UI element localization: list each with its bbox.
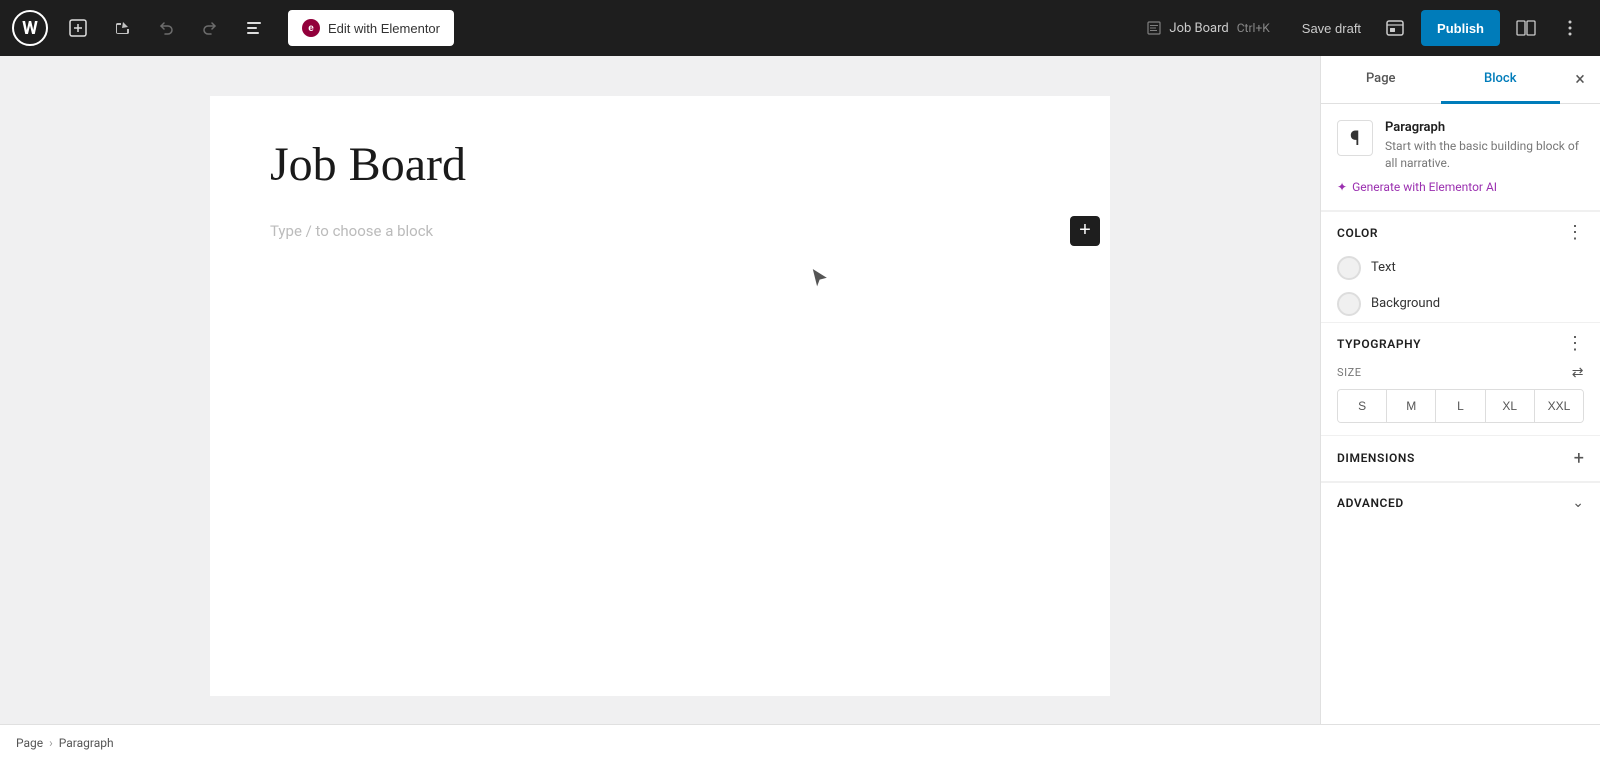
settings-panel-toggle[interactable] xyxy=(1508,10,1544,46)
color-section: Color ⋮ Text Background xyxy=(1321,212,1600,322)
tab-block[interactable]: Block xyxy=(1441,56,1561,104)
background-color-swatch[interactable] xyxy=(1337,292,1361,316)
background-color-label: Background xyxy=(1371,296,1440,311)
size-xxl-button[interactable]: XXL xyxy=(1535,390,1583,422)
paragraph-block-icon: ¶ xyxy=(1337,120,1373,156)
redo-button[interactable] xyxy=(192,10,228,46)
advanced-section-title: Advanced xyxy=(1337,496,1404,510)
breadcrumb-bar: Page › Paragraph xyxy=(0,724,1600,760)
edit-with-elementor-button[interactable]: e Edit with Elementor xyxy=(288,10,454,46)
typography-section-header: Typography ⋮ xyxy=(1321,323,1600,361)
typography-section: Typography ⋮ SIZE ⇄ S M L XL XXL xyxy=(1321,323,1600,436)
advanced-chevron-icon: ⌄ xyxy=(1572,495,1584,511)
dimensions-add-button[interactable]: + xyxy=(1574,448,1584,469)
text-color-label: Text xyxy=(1371,260,1396,275)
main-toolbar: W e Edit with Elementor Job Board Ctrl+K… xyxy=(0,0,1600,56)
color-more-options[interactable]: ⋮ xyxy=(1566,224,1584,242)
size-label: SIZE ⇄ xyxy=(1337,365,1584,381)
typography-more-options[interactable]: ⋮ xyxy=(1566,335,1584,353)
toolbar-right-actions: Save draft Publish xyxy=(1294,10,1588,46)
save-draft-button[interactable]: Save draft xyxy=(1294,21,1369,36)
color-section-header: Color ⋮ xyxy=(1321,212,1600,250)
block-type-description: Start with the basic building block of a… xyxy=(1385,138,1584,172)
block-type-title: Paragraph xyxy=(1385,120,1584,135)
breadcrumb-separator: › xyxy=(49,736,53,750)
publish-button[interactable]: Publish xyxy=(1421,10,1500,46)
elementor-icon: e xyxy=(302,19,320,37)
panel-tabs: Page Block × xyxy=(1321,56,1600,104)
edit-tools-button[interactable] xyxy=(104,10,140,46)
block-info-section: ¶ Paragraph Start with the basic buildin… xyxy=(1321,104,1600,211)
size-button-group: S M L XL XXL xyxy=(1337,389,1584,423)
size-xl-button[interactable]: XL xyxy=(1486,390,1535,422)
color-background-row[interactable]: Background xyxy=(1321,286,1600,322)
size-l-button[interactable]: L xyxy=(1436,390,1485,422)
panel-close-button[interactable]: × xyxy=(1560,56,1600,103)
block-placeholder-area[interactable]: Type / to choose a block + xyxy=(270,214,1050,248)
page-content: Job Board Type / to choose a block + xyxy=(210,96,1110,696)
command-palette-area[interactable]: Job Board Ctrl+K xyxy=(1131,21,1285,36)
color-text-row[interactable]: Text xyxy=(1321,250,1600,286)
editor-canvas[interactable]: Job Board Type / to choose a block + xyxy=(0,56,1320,724)
breadcrumb-current[interactable]: Paragraph xyxy=(59,736,114,750)
more-options-button[interactable] xyxy=(1552,10,1588,46)
cursor-indicator xyxy=(810,266,830,294)
paragraph-info: Paragraph Start with the basic building … xyxy=(1385,120,1584,172)
tab-page[interactable]: Page xyxy=(1321,56,1441,104)
size-m-button[interactable]: M xyxy=(1387,390,1436,422)
breadcrumb-page[interactable]: Page xyxy=(16,736,43,750)
page-title: Job Board xyxy=(270,136,1050,194)
color-section-title: Color xyxy=(1337,226,1378,240)
dimensions-section-title: Dimensions xyxy=(1337,451,1415,465)
dimensions-section-header: Dimensions + xyxy=(1321,436,1600,481)
view-mode-button[interactable] xyxy=(1377,10,1413,46)
typography-section-title: Typography xyxy=(1337,337,1421,351)
post-icon xyxy=(1147,21,1161,35)
right-panel: Page Block × ¶ Paragraph Start with the … xyxy=(1320,56,1600,724)
advanced-section: Advanced ⌄ xyxy=(1321,483,1600,523)
typography-size-section: SIZE ⇄ S M L XL XXL xyxy=(1321,361,1600,435)
document-overview-button[interactable] xyxy=(236,10,272,46)
undo-button[interactable] xyxy=(148,10,184,46)
add-block-toolbar-button[interactable] xyxy=(60,10,96,46)
size-s-button[interactable]: S xyxy=(1338,390,1387,422)
generate-with-elementor-link[interactable]: ✦ Generate with Elementor AI xyxy=(1337,180,1584,194)
add-block-inline-button[interactable]: + xyxy=(1070,216,1100,246)
advanced-section-header[interactable]: Advanced ⌄ xyxy=(1321,483,1600,523)
main-area: Job Board Type / to choose a block + Pag… xyxy=(0,56,1600,724)
text-color-swatch[interactable] xyxy=(1337,256,1361,280)
generate-ai-icon: ✦ xyxy=(1337,180,1347,194)
size-adjust-icon[interactable]: ⇄ xyxy=(1572,365,1584,381)
dimensions-section: Dimensions + xyxy=(1321,436,1600,482)
wp-logo[interactable]: W xyxy=(12,10,48,46)
